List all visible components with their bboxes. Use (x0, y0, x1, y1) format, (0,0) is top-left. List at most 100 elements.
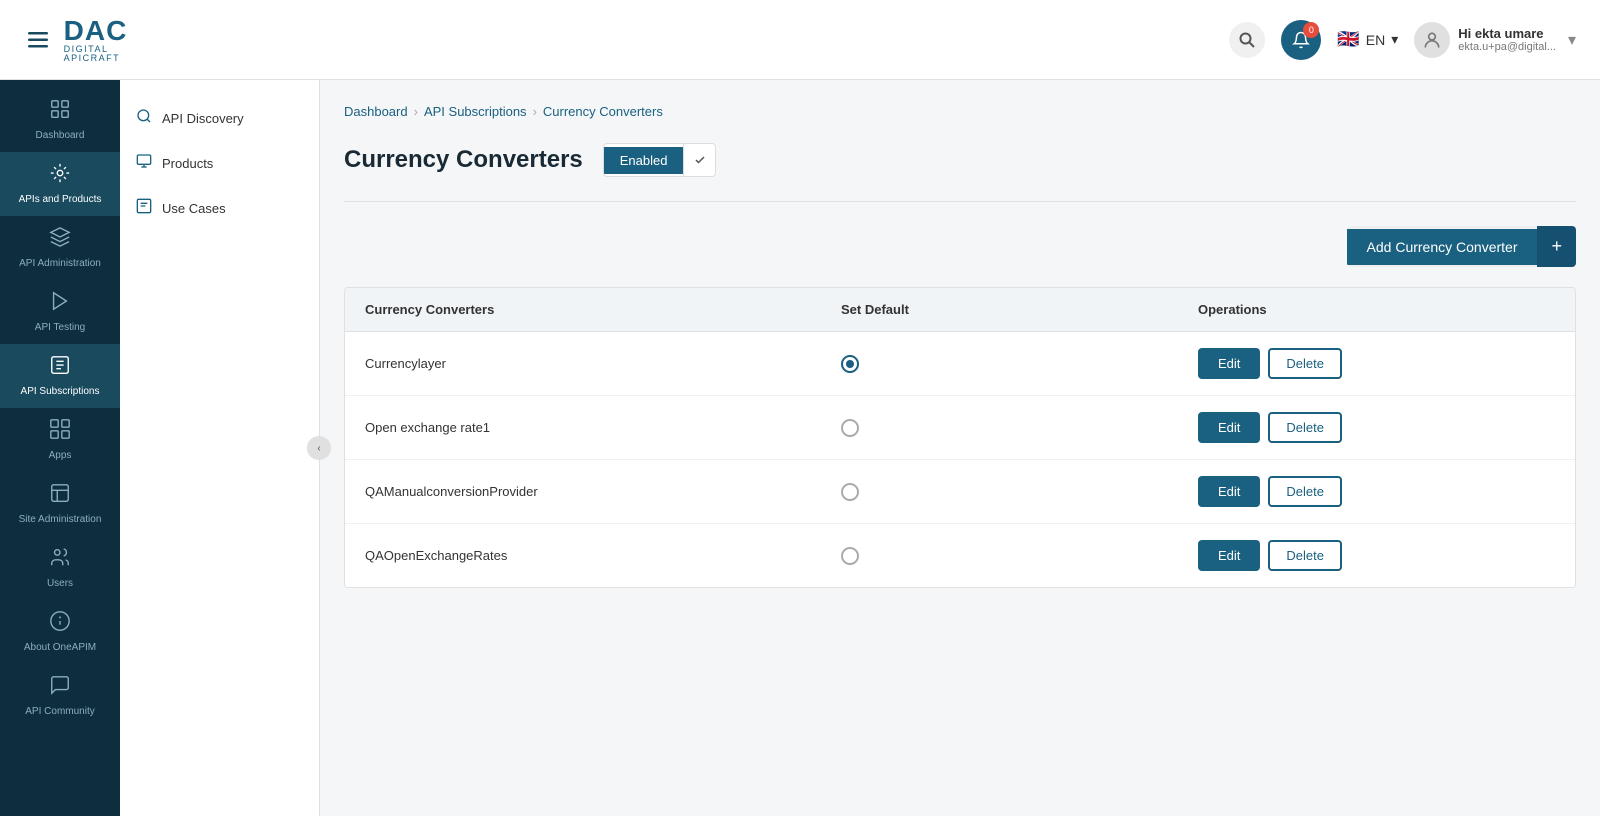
toggle-switch[interactable]: Enabled (603, 143, 717, 177)
apis-products-icon (49, 162, 71, 190)
ops-col-2: Edit Delete (1198, 412, 1555, 443)
set-default-col-2 (841, 419, 1198, 437)
notifications-button[interactable]: 0 (1281, 20, 1321, 60)
edit-button-4[interactable]: Edit (1198, 540, 1260, 571)
ops-col-3: Edit Delete (1198, 476, 1555, 507)
api-testing-icon (49, 290, 71, 318)
sidebar-item-products[interactable]: Products (120, 141, 319, 186)
about-icon (49, 610, 71, 638)
user-chevron-icon: ▾ (1568, 30, 1576, 50)
edit-button-1[interactable]: Edit (1198, 348, 1260, 379)
api-subscriptions-icon (49, 354, 71, 382)
products-icon (136, 153, 152, 174)
breadcrumb-api-subscriptions[interactable]: API Subscriptions (424, 104, 527, 119)
delete-button-4[interactable]: Delete (1268, 540, 1342, 571)
user-info[interactable]: Hi ekta umare ekta.u+pa@digital... ▾ (1414, 22, 1576, 58)
left-nav: Dashboard APIs and Products API Administ… (0, 80, 120, 816)
radio-button-4[interactable] (841, 547, 859, 565)
nav-label-api-administration: API Administration (19, 258, 101, 270)
radio-button-3[interactable] (841, 483, 859, 501)
edit-button-2[interactable]: Edit (1198, 412, 1260, 443)
site-administration-icon (49, 482, 71, 510)
sidebar-item-api-discovery[interactable]: API Discovery (120, 96, 319, 141)
api-discovery-icon (136, 108, 152, 129)
divider (344, 201, 1576, 202)
logo-area: DAC DIGITAL APICRAFT (24, 17, 144, 63)
data-table: Currency Converters Set Default Operatio… (344, 287, 1576, 588)
logo-subtitle: DIGITAL APICRAFT (64, 45, 144, 63)
nav-item-apps[interactable]: Apps (0, 408, 120, 472)
nav-item-dashboard[interactable]: Dashboard (0, 88, 120, 152)
nav-item-about[interactable]: About OneAPIM (0, 600, 120, 664)
nav-label-api-subscriptions: API Subscriptions (21, 386, 100, 398)
sidebar-label-products: Products (162, 156, 213, 171)
use-cases-icon (136, 198, 152, 219)
sidebar-label-use-cases: Use Cases (162, 201, 226, 216)
page-header: Currency Converters Enabled (344, 143, 1576, 177)
language-selector[interactable]: 🇬🇧 EN ▾ (1337, 29, 1398, 50)
converter-name-1: Currencylayer (365, 356, 841, 371)
breadcrumb-sep-1: › (414, 104, 418, 119)
delete-button-2[interactable]: Delete (1268, 412, 1342, 443)
user-avatar (1414, 22, 1450, 58)
radio-button-1[interactable] (841, 355, 859, 373)
collapse-sidebar-button[interactable]: ‹ (307, 436, 331, 460)
flag-icon: 🇬🇧 (1337, 29, 1359, 50)
nav-item-users[interactable]: Users (0, 536, 120, 600)
breadcrumb-dashboard[interactable]: Dashboard (344, 104, 408, 119)
converter-name-3: QAManualconversionProvider (365, 484, 841, 499)
notification-badge: 0 (1303, 22, 1319, 38)
breadcrumb-sep-2: › (533, 104, 537, 119)
breadcrumb: Dashboard › API Subscriptions › Currency… (344, 104, 1576, 119)
nav-item-site-administration[interactable]: Site Administration (0, 472, 120, 536)
nav-item-api-administration[interactable]: API Administration (0, 216, 120, 280)
nav-item-api-testing[interactable]: API Testing (0, 280, 120, 344)
users-icon (49, 546, 71, 574)
col-header-name: Currency Converters (365, 302, 841, 317)
delete-button-3[interactable]: Delete (1268, 476, 1342, 507)
hamburger-button[interactable] (24, 22, 52, 58)
nav-label-api-testing: API Testing (35, 322, 85, 334)
add-button-row: Add Currency Converter + (344, 226, 1576, 267)
radio-button-2[interactable] (841, 419, 859, 437)
nav-item-apis-products[interactable]: APIs and Products (0, 152, 120, 216)
nav-label-apps: Apps (49, 450, 72, 462)
table-header: Currency Converters Set Default Operatio… (345, 288, 1575, 332)
breadcrumb-current: Currency Converters (543, 104, 663, 119)
col-header-ops: Operations (1198, 302, 1555, 317)
sidebar-item-use-cases[interactable]: Use Cases (120, 186, 319, 231)
apps-icon (49, 418, 71, 446)
toggle-slider[interactable] (683, 144, 715, 176)
converter-name-2: Open exchange rate1 (365, 420, 841, 435)
add-currency-converter-button[interactable]: Add Currency Converter + (1347, 226, 1576, 267)
nav-label-users: Users (47, 578, 73, 590)
set-default-col-1 (841, 355, 1198, 373)
sidebar-label-api-discovery: API Discovery (162, 111, 244, 126)
ops-col-4: Edit Delete (1198, 540, 1555, 571)
dashboard-icon (49, 98, 71, 126)
add-button-plus-icon: + (1537, 226, 1576, 267)
delete-button-1[interactable]: Delete (1268, 348, 1342, 379)
nav-item-api-subscriptions[interactable]: API Subscriptions (0, 344, 120, 408)
page-title: Currency Converters (344, 146, 583, 174)
nav-label-community: API Community (25, 706, 94, 718)
edit-button-3[interactable]: Edit (1198, 476, 1260, 507)
content-area: Dashboard › API Subscriptions › Currency… (320, 80, 1600, 816)
main-layout: Dashboard APIs and Products API Administ… (0, 80, 1600, 816)
search-button[interactable] (1229, 22, 1265, 58)
user-name: Hi ekta umare (1458, 26, 1556, 41)
logo-main: DAC (64, 17, 144, 45)
nav-item-community[interactable]: API Community (0, 664, 120, 728)
header-right: 0 🇬🇧 EN ▾ Hi ekta umare ekta.u+pa@digita… (1229, 20, 1576, 60)
top-header: DAC DIGITAL APICRAFT 0 🇬🇧 EN ▾ (0, 0, 1600, 80)
add-button-label: Add Currency Converter (1347, 229, 1538, 265)
user-email: ekta.u+pa@digital... (1458, 41, 1556, 53)
table-row: QAManualconversionProvider Edit Delete (345, 460, 1575, 524)
toggle-enabled-label: Enabled (604, 147, 684, 174)
set-default-col-3 (841, 483, 1198, 501)
set-default-col-4 (841, 547, 1198, 565)
col-header-default: Set Default (841, 302, 1198, 317)
nav-label-dashboard: Dashboard (36, 130, 85, 142)
user-text: Hi ekta umare ekta.u+pa@digital... (1458, 26, 1556, 53)
secondary-sidebar: ‹ API Discovery Products (120, 80, 320, 816)
